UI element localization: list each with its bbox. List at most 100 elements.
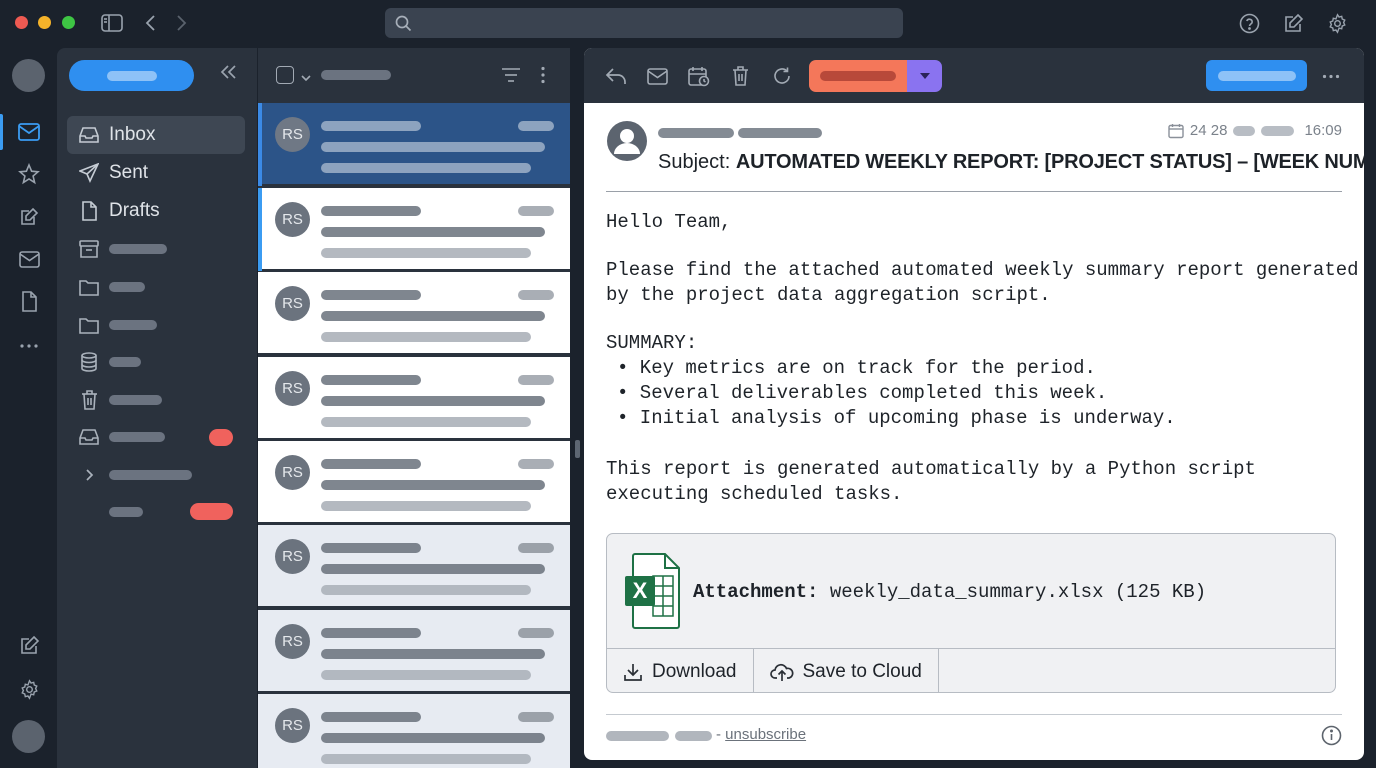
list-item[interactable]: RS [258, 272, 570, 355]
preview-placeholder [321, 248, 531, 258]
message-footer: - unsubscribe [606, 714, 1342, 760]
collapse-sidebar-icon[interactable] [219, 64, 237, 85]
save-to-cloud-button[interactable]: Save to Cloud [754, 649, 939, 692]
status-badge [190, 503, 233, 520]
cloud-label: Save to Cloud [802, 660, 922, 682]
folder-label: Inbox [109, 124, 156, 145]
subject-placeholder [321, 311, 545, 321]
folder-custom-2[interactable] [67, 306, 245, 344]
compose-icon[interactable] [1281, 11, 1305, 35]
settings-icon[interactable] [14, 674, 44, 704]
chevron-right-icon [79, 465, 99, 485]
title-bar [0, 0, 1376, 46]
sender-name-placeholder [658, 128, 734, 138]
date-month-placeholder [1233, 125, 1256, 136]
refresh-icon[interactable] [769, 63, 795, 89]
more-icon[interactable] [14, 331, 44, 361]
compose-icon[interactable] [14, 630, 44, 660]
folder-sent[interactable]: Sent [67, 154, 245, 192]
date-day: 24 28 [1189, 122, 1228, 139]
search-bar[interactable] [385, 8, 903, 38]
info-icon[interactable] [1321, 725, 1342, 751]
unsubscribe-link[interactable]: unsubscribe [725, 726, 806, 743]
help-icon[interactable] [1237, 11, 1261, 35]
unsubscribe-text: - unsubscribe [716, 726, 806, 743]
folder-trash[interactable] [67, 381, 245, 419]
maximize-window-button[interactable] [62, 16, 75, 29]
message-body: Hello Team, Please find the attached aut… [606, 210, 1359, 507]
message-toolbar [584, 48, 1364, 103]
date-placeholder [518, 628, 554, 638]
message-date: 24 28 16:09 [1168, 122, 1342, 139]
folder-archive[interactable] [67, 230, 245, 268]
calendar-icon [1168, 123, 1184, 138]
search-icon [395, 15, 412, 32]
sender-placeholder [321, 712, 421, 722]
document-icon[interactable] [14, 286, 44, 316]
account-avatar[interactable] [12, 59, 45, 92]
pane-resize-handle[interactable] [575, 440, 580, 458]
excel-file-icon[interactable]: X [623, 552, 681, 635]
envelope-icon[interactable] [644, 63, 670, 89]
folder-group-expand[interactable] [67, 456, 245, 494]
sidebar-toggle-icon[interactable] [100, 11, 124, 35]
edit-icon[interactable] [14, 201, 44, 231]
sender-avatar: RS [275, 202, 310, 237]
sender-avatar: RS [275, 371, 310, 406]
preview-placeholder [321, 163, 531, 173]
profile-avatar[interactable] [12, 720, 45, 753]
reply-icon[interactable] [603, 63, 629, 89]
list-item[interactable]: RS [258, 610, 570, 693]
action-dropdown[interactable] [907, 60, 942, 92]
folder-inbox[interactable]: Inbox [67, 116, 245, 154]
search-input[interactable] [419, 12, 889, 34]
list-item[interactable]: RS [258, 357, 570, 440]
download-icon [624, 663, 642, 681]
activity-icon[interactable] [14, 159, 44, 189]
sender-placeholder [321, 543, 421, 553]
draft-icon [79, 201, 99, 221]
sender-avatar: RS [275, 286, 310, 321]
date-placeholder [518, 375, 554, 385]
preview-placeholder [321, 670, 531, 680]
minimize-window-button[interactable] [38, 16, 51, 29]
list-item[interactable]: RS [258, 694, 570, 768]
schedule-icon[interactable] [686, 63, 712, 89]
envelope-icon[interactable] [14, 244, 44, 274]
folder-label-placeholder [109, 470, 192, 480]
new-message-button[interactable] [69, 60, 194, 91]
folder-label-placeholder [109, 282, 145, 292]
filter-icon[interactable] [501, 67, 521, 88]
inbox-tray-icon [79, 427, 99, 447]
folder-custom-1[interactable] [67, 268, 245, 306]
forward-icon[interactable] [170, 11, 194, 35]
list-item[interactable]: RS [258, 525, 570, 608]
subject-placeholder [321, 480, 545, 490]
close-window-button[interactable] [15, 16, 28, 29]
folder-drafts[interactable]: Drafts [67, 192, 245, 230]
action-button-label [820, 71, 896, 81]
select-all-checkbox[interactable] [276, 66, 294, 84]
folder-icon [79, 315, 99, 335]
action-split-button[interactable] [809, 60, 942, 92]
subject-placeholder [321, 227, 545, 237]
action-button[interactable] [809, 60, 907, 92]
chevron-down-icon[interactable] [301, 69, 311, 87]
trash-icon[interactable] [727, 63, 753, 89]
closing-line-2: executing scheduled tasks. [606, 483, 903, 505]
primary-action-button[interactable] [1206, 60, 1307, 91]
more-options-icon[interactable] [1318, 63, 1344, 89]
list-item[interactable]: RS [258, 188, 570, 271]
list-item[interactable]: RS [258, 441, 570, 524]
mail-icon[interactable] [14, 117, 44, 147]
settings-icon[interactable] [1325, 11, 1349, 35]
subject-label: Subject: [658, 151, 731, 173]
list-item[interactable]: RS [258, 103, 570, 186]
attachment-card: X Attachment: weekly_data_summary.xlsx (… [606, 533, 1336, 693]
folder-label-placeholder [109, 395, 162, 405]
folder-database[interactable] [67, 343, 245, 381]
download-button[interactable]: Download [607, 649, 754, 692]
more-vertical-icon[interactable] [540, 66, 546, 89]
back-icon[interactable] [138, 11, 162, 35]
footer-separator: - [716, 726, 721, 743]
